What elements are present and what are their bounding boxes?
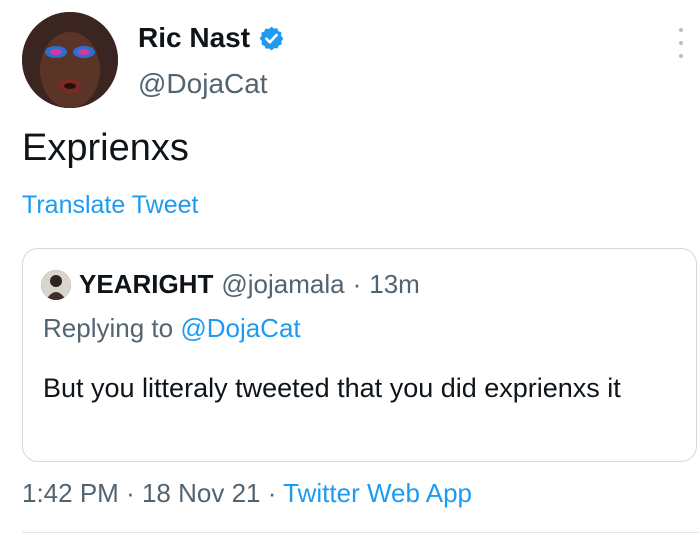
- meta-separator: ·: [267, 478, 277, 508]
- quoted-tweet[interactable]: YEARIGHT @jojamala · 13m Replying to @Do…: [22, 248, 697, 462]
- replying-to: Replying to @DojaCat: [43, 313, 301, 344]
- tweet-text: Exprienxs: [22, 127, 189, 169]
- author-name[interactable]: Ric Nast: [138, 22, 250, 54]
- tweet-date-link[interactable]: 18 Nov 21: [142, 478, 261, 508]
- author-avatar[interactable]: [22, 12, 118, 108]
- replying-prefix: Replying to: [43, 313, 181, 343]
- verified-badge-icon: [258, 25, 285, 52]
- more-options-icon[interactable]: [676, 28, 686, 58]
- quoted-avatar-image: [41, 269, 71, 300]
- quoted-separator: ·: [352, 269, 362, 299]
- quoted-text: But you litteraly tweeted that you did e…: [43, 373, 621, 403]
- tweet-meta: 1:42 PM · 18 Nov 21 · Twitter Web App: [22, 478, 472, 509]
- quoted-avatar[interactable]: [41, 269, 71, 300]
- quoted-time[interactable]: 13m: [369, 269, 420, 300]
- source-app-link[interactable]: Twitter Web App: [283, 478, 472, 508]
- translate-tweet-link[interactable]: Translate Tweet: [22, 191, 198, 220]
- tweet-time-link[interactable]: 1:42 PM: [22, 478, 119, 508]
- author-avatar-image: [22, 12, 118, 108]
- divider: [22, 532, 699, 533]
- quoted-handle[interactable]: @jojamala: [221, 269, 344, 300]
- replying-handle-link[interactable]: @DojaCat: [180, 313, 300, 343]
- quoted-name[interactable]: YEARIGHT: [79, 269, 213, 300]
- meta-separator: ·: [126, 478, 135, 508]
- author-handle[interactable]: @DojaCat: [138, 68, 268, 100]
